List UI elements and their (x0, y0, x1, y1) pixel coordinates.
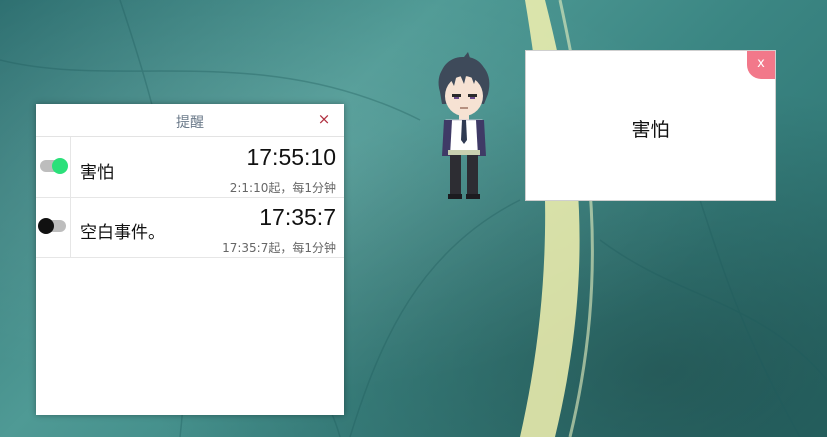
reminder-row-2[interactable]: 空白事件。 17:35:7 17:35:7起，每1分钟 (36, 197, 344, 258)
popup-close-button[interactable]: x (747, 51, 775, 79)
reminder-schedule: 2:1:10起，每1分钟 (229, 181, 336, 195)
popup-message: 害怕 (631, 119, 670, 141)
reminder-name: 空白事件。 (80, 223, 165, 243)
reminder-name: 害怕 (80, 163, 114, 183)
row-divider (70, 197, 71, 257)
reminder-schedule: 17:35:7起，每1分钟 (222, 241, 336, 255)
toggle-knob (52, 158, 68, 174)
panel-header: 提醒 × (36, 104, 344, 137)
reminder-time: 17:35:7 (259, 204, 336, 230)
reminder-toggle-2[interactable] (38, 218, 66, 234)
row-divider (70, 137, 71, 197)
toggle-knob (38, 218, 54, 234)
reminder-popup: x 害怕 (525, 50, 776, 201)
mascot-character-icon[interactable] (428, 52, 498, 200)
reminder-time: 17:55:10 (246, 144, 336, 170)
reminder-toggle-1[interactable] (40, 158, 68, 174)
reminder-panel: 提醒 × 害怕 17:55:10 2:1:10起，每1分钟 空白事件。 17:3… (36, 104, 344, 415)
panel-title: 提醒 (176, 115, 204, 131)
close-icon[interactable]: × (316, 110, 332, 128)
reminder-row-1[interactable]: 害怕 17:55:10 2:1:10起，每1分钟 (36, 137, 344, 198)
